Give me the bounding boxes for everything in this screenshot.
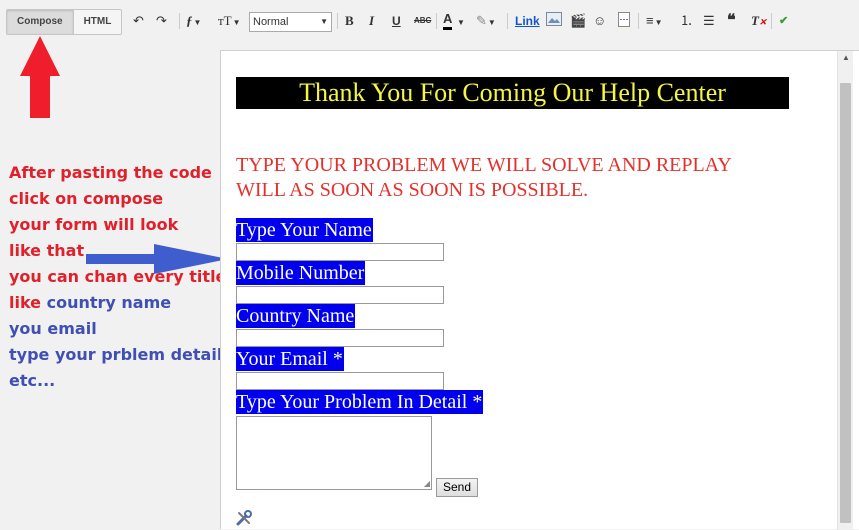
align-icon[interactable]: ≡▼ — [646, 12, 663, 30]
intro-line: WILL AS SOON AS SOON IS POSSIBLE. — [236, 179, 589, 201]
jump-break-icon[interactable] — [617, 12, 631, 30]
emoji-icon[interactable]: ☺ — [593, 12, 606, 30]
intro-text: TYPE YOUR PROBLEM WE WILL SOLVE AND REPL… — [236, 153, 796, 203]
bulleted-list-icon[interactable]: ☰ — [703, 12, 715, 30]
country-input[interactable] — [236, 329, 444, 347]
clear-format-icon[interactable]: T✕ — [751, 12, 767, 30]
instruction-line: After pasting the code — [9, 163, 212, 182]
compose-button[interactable]: Compose — [7, 10, 74, 34]
toolbar-divider — [436, 13, 437, 29]
instruction-line: you email — [9, 319, 97, 338]
toolbar-divider — [771, 13, 772, 29]
instruction-line: type your prblem detail — [9, 345, 223, 364]
email-label: Your Email * — [236, 347, 344, 371]
instruction-like-word: like — [9, 293, 42, 312]
instruction-line: your form will look — [9, 215, 179, 234]
toolbar-divider — [179, 13, 180, 29]
instruction-line: you can chan every title — [9, 267, 227, 286]
red-arrow-up-icon — [20, 36, 60, 118]
chevron-down-icon: ▼ — [320, 17, 328, 26]
wrench-tools-icon[interactable] — [235, 509, 253, 527]
bold-icon[interactable]: B — [345, 12, 354, 30]
instruction-line: like that — [9, 241, 85, 260]
send-button[interactable]: Send — [436, 478, 478, 497]
undo-icon[interactable]: ↶ — [133, 12, 144, 30]
font-style-select[interactable]: Normal ▼ — [249, 12, 332, 32]
scrollbar-thumb[interactable] — [840, 83, 851, 523]
redo-icon[interactable]: ↷ — [156, 12, 167, 30]
email-input[interactable] — [236, 372, 444, 390]
toolbar-divider — [507, 13, 508, 29]
html-button[interactable]: HTML — [74, 10, 122, 34]
chevron-down-icon[interactable]: ▼ — [456, 12, 465, 30]
font-style-value: Normal — [253, 16, 289, 28]
name-input[interactable] — [236, 243, 444, 261]
editor-scrollbar[interactable]: ▲ — [837, 51, 853, 530]
country-label: Country Name — [236, 304, 356, 328]
instruction-line: like country name — [9, 290, 224, 316]
toolbar-divider — [638, 13, 639, 29]
intro-line: TYPE YOUR PROBLEM WE WILL SOLVE AND REPL… — [236, 154, 732, 176]
instruction-text: After pasting the code click on compose … — [9, 160, 227, 394]
instruction-line: click on compose — [9, 189, 164, 208]
italic-icon[interactable]: I — [369, 12, 374, 30]
name-label: Type Your Name — [236, 218, 373, 242]
instruction-line: etc... — [9, 371, 56, 390]
numbered-list-icon[interactable]: ⒈ — [680, 12, 693, 30]
page-title: Thank You For Coming Our Help Center — [236, 77, 789, 109]
link-button[interactable]: Link — [515, 12, 540, 30]
quote-icon[interactable]: ❝ — [727, 12, 736, 30]
font-family-icon[interactable]: ƒ▼ — [186, 12, 201, 30]
video-icon[interactable]: 🎬 — [570, 12, 586, 30]
text-color-icon[interactable]: A — [443, 12, 453, 30]
problem-label: Type Your Problem In Detail * — [236, 390, 484, 414]
compose-editor[interactable]: Thank You For Coming Our Help Center TYP… — [220, 50, 859, 530]
toolbar-divider — [337, 13, 338, 29]
scroll-up-icon[interactable]: ▲ — [842, 53, 850, 62]
mobile-input[interactable] — [236, 286, 444, 304]
image-icon[interactable] — [546, 12, 562, 30]
mode-switch: Compose HTML — [6, 9, 123, 35]
editor-toolbar: Compose HTML ↶ ↷ ƒ▼ ᴛT▼ Normal ▼ B I U A… — [0, 0, 859, 42]
mobile-label: Mobile Number — [236, 261, 366, 285]
strikethrough-icon[interactable]: ABC — [414, 12, 431, 30]
resize-handle-icon[interactable]: ◢ — [424, 479, 430, 488]
instruction-country-name: country name — [41, 293, 172, 312]
problem-textarea[interactable]: ◢ — [236, 416, 432, 490]
font-size-icon[interactable]: ᴛT▼ — [218, 12, 241, 30]
highlight-icon[interactable]: ✎▼ — [476, 12, 496, 30]
underline-icon[interactable]: U — [392, 12, 401, 30]
spellcheck-icon[interactable]: ✔ — [779, 12, 788, 30]
